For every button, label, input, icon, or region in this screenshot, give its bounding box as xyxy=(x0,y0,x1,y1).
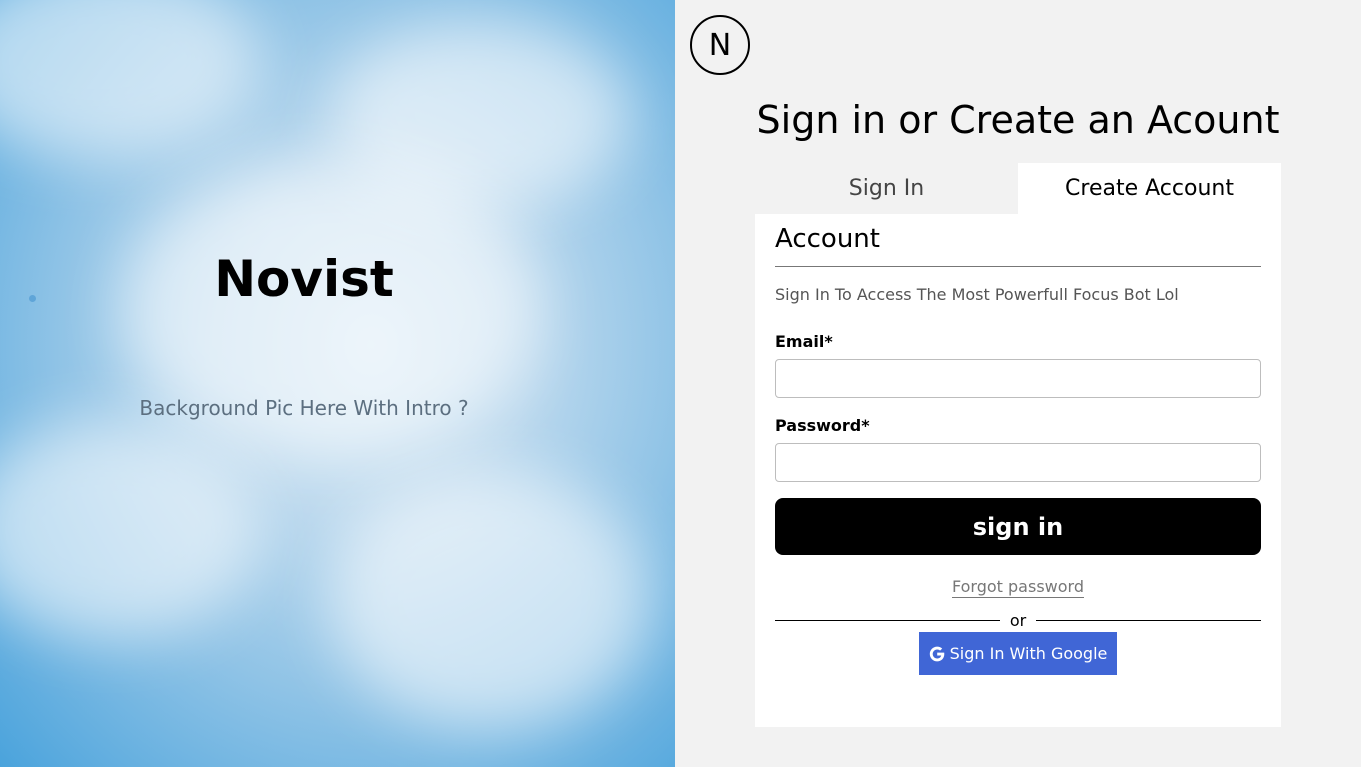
divider-line xyxy=(1036,619,1261,621)
account-form: Account Sign In To Access The Most Power… xyxy=(775,214,1261,675)
card-description: Sign In To Access The Most Powerfull Foc… xyxy=(775,285,1179,304)
password-field[interactable] xyxy=(775,443,1261,482)
account-card: Account Sign In To Access The Most Power… xyxy=(755,214,1281,727)
logo-letter: N xyxy=(708,27,732,63)
tab-create-account[interactable]: Create Account xyxy=(1018,163,1281,214)
google-icon xyxy=(929,646,945,662)
divider-line xyxy=(775,619,1000,621)
auth-tabs: Sign In Create Account xyxy=(755,163,1281,214)
or-divider: or xyxy=(775,608,1261,632)
divider-text: or xyxy=(1009,610,1027,630)
google-button-label: Sign In With Google xyxy=(949,644,1108,663)
login-page: Novist Background Pic Here With Intro ? … xyxy=(0,0,1361,767)
hero-subtitle: Background Pic Here With Intro ? xyxy=(139,396,469,420)
hero-title: Novist xyxy=(214,250,394,308)
hero-background: Novist Background Pic Here With Intro ? xyxy=(0,0,675,767)
tab-sign-in[interactable]: Sign In xyxy=(755,163,1018,214)
sign-in-button[interactable]: sign in xyxy=(775,498,1261,555)
page-title: Sign in or Create an Acount xyxy=(756,98,1280,142)
cloud-shape xyxy=(0,0,260,160)
cloud-shape xyxy=(330,470,650,730)
google-sign-in-button[interactable]: Sign In With Google xyxy=(919,632,1117,675)
email-label: Email* xyxy=(775,332,833,351)
email-field[interactable] xyxy=(775,359,1261,398)
logo[interactable]: N xyxy=(690,15,750,75)
cloud-shape xyxy=(0,420,260,640)
password-label: Password* xyxy=(775,416,870,435)
card-heading: Account xyxy=(775,214,1261,267)
auth-panel: N Sign in or Create an Acount Sign In Cr… xyxy=(675,0,1361,767)
forgot-password-link[interactable]: Forgot password xyxy=(952,577,1084,598)
